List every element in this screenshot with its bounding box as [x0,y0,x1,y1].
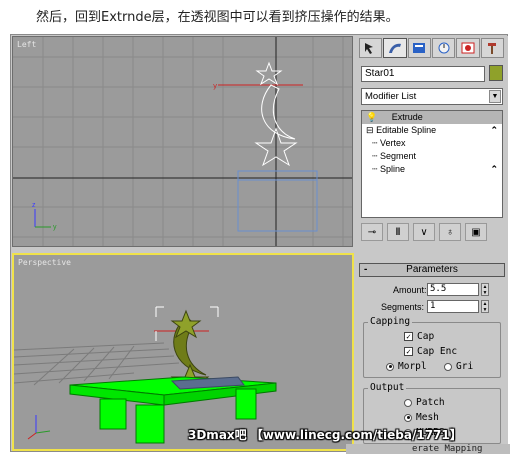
perspective-viewport-canvas [14,306,277,444]
3dsmax-window: Left y z y Perspective Star01 Modifier L… [10,34,508,452]
motion-tab[interactable] [431,38,456,58]
left-viewport-canvas: y z y [13,37,352,246]
mesh-option[interactable]: Mesh [404,412,439,423]
hierarchy-tab[interactable] [407,38,431,58]
cap-start-checkbox[interactable]: ✓ [404,332,413,341]
grid-option[interactable]: Gri [444,361,473,372]
segments-spinner-arrows[interactable]: ▲ ▼ [481,300,489,313]
display-icon [461,42,475,54]
mesh-label: Mesh [416,412,439,423]
command-panel-tabs [359,38,505,58]
cap-end-checkbox[interactable]: ✓ [404,347,413,356]
modifier-stack: 💡 Extrude ⊟ Editable Spline ⌃ ┄ Vertex ┄… [361,110,503,218]
make-unique-button[interactable]: ∨ [413,223,435,241]
segments-label: Segments: [381,302,425,312]
amount-label: Amount: [393,285,427,295]
modifier-list-dropdown[interactable]: Modifier List ▼ [361,88,503,105]
chevron-up-icon: ⌃ [490,164,498,174]
tree-line-icon: ┄ [372,151,378,161]
morph-option[interactable]: Morpl [386,361,427,372]
end-result-icon: ‖ [395,226,401,238]
generate-mapping-label[interactable]: erate Mapping [412,444,482,454]
object-color-swatch[interactable] [489,65,503,81]
patch-option[interactable]: Patch [404,397,445,408]
parameters-rollout-header[interactable]: - Parameters [359,263,505,277]
tree-line-icon: ┄ [372,138,378,148]
amount-spinner-field[interactable]: 5.5 [427,283,479,296]
collapse-icon: ⊟ [366,125,374,135]
utilities-icon [488,43,497,54]
cap-start-option[interactable]: ✓ Cap [404,331,434,342]
stack-item-label: Editable Spline [376,125,437,135]
segments-spinner-field[interactable]: 1 [427,300,479,313]
axis-z-label: z [32,202,36,209]
stack-toolbar: ⊸ ‖ ∨ ♁ ▣ [361,222,503,242]
lightbulb-icon: 💡 [366,112,378,122]
make-unique-icon: ∨ [420,226,428,238]
table-leg-left [99,398,127,430]
stack-item-label: Vertex [379,138,406,148]
grid-label: Gri [456,361,474,372]
table-top-outline [237,170,318,181]
axis-y-label: y [53,224,57,231]
display-tab[interactable] [456,38,480,58]
crescent-shape [261,84,296,140]
stack-item-editable-spline[interactable]: ⊟ Editable Spline ⌃ [362,124,502,137]
modify-icon [388,43,401,53]
trash-icon: ♁ [446,226,454,238]
stack-item-segment[interactable]: ┄ Segment [362,150,502,163]
rollout-title: Parameters [406,264,458,275]
capping-title: Capping [368,316,413,327]
configure-icon: ▣ [471,226,481,238]
cap-end-option[interactable]: ✓ Cap Enc [404,346,457,357]
morph-label: Morpl [398,361,427,372]
gizmo-y-label: y [213,82,217,90]
chevron-up-icon: ⌃ [490,125,498,135]
watermark: 3Dmax吧 【www.linecg.com/tieba/1771】 [188,428,462,442]
mesh-radio[interactable] [404,413,412,422]
show-end-result-button[interactable]: ‖ [387,223,409,241]
stack-item-label: Spline [379,164,405,174]
morph-radio[interactable] [386,362,394,371]
patch-label: Patch [416,397,445,408]
amount-spinner-arrows[interactable]: ▲ ▼ [481,283,489,296]
patch-radio[interactable] [404,398,412,407]
table-leg-middle [135,404,165,444]
tree-line-icon: ┄ [372,164,378,174]
cap-end-label: Cap Enc [417,346,458,357]
grid-lines [13,37,352,246]
left-viewport[interactable]: Left y z y [12,36,353,247]
hierarchy-icon [413,43,426,53]
capping-group: Capping ✓ Cap ✓ Cap Enc Morpl Gri [363,316,501,378]
table-leg-right [235,388,257,420]
object-name-field[interactable]: Star01 [361,66,485,82]
utilities-tab[interactable] [480,38,504,58]
motion-icon [438,42,450,54]
stack-item-extrude[interactable]: 💡 Extrude [362,111,502,124]
create-icon [364,43,373,54]
caption-text: 然后，回到Extrnde层，在透视图中可以看到挤压操作的结果。 [0,0,512,30]
star-shape-top [255,61,283,86]
cap-start-label: Cap [417,331,435,342]
stack-item-label: Extrude [391,112,423,122]
perspective-viewport[interactable]: Perspective [12,253,354,451]
output-title: Output [368,382,407,393]
pin-icon: ⊸ [367,226,377,238]
stack-item-vertex[interactable]: ┄ Vertex [362,137,502,150]
grid-radio[interactable] [444,362,452,371]
stack-item-label: Segment [379,151,416,161]
modifier-list-label: Modifier List [365,91,417,102]
pin-stack-button[interactable]: ⊸ [361,223,383,241]
create-tab[interactable] [359,38,383,58]
modify-tab[interactable] [383,38,407,58]
collapse-rollout-icon: - [364,264,368,275]
remove-modifier-button[interactable]: ♁ [439,223,461,241]
stack-item-spline[interactable]: ┄ Spline ⌃ [362,163,502,176]
command-panel: Star01 Modifier List ▼ 💡 Extrude ⊟ Edita… [357,36,508,452]
chevron-down-icon: ▼ [489,90,501,103]
configure-modifier-sets-button[interactable]: ▣ [465,223,487,241]
